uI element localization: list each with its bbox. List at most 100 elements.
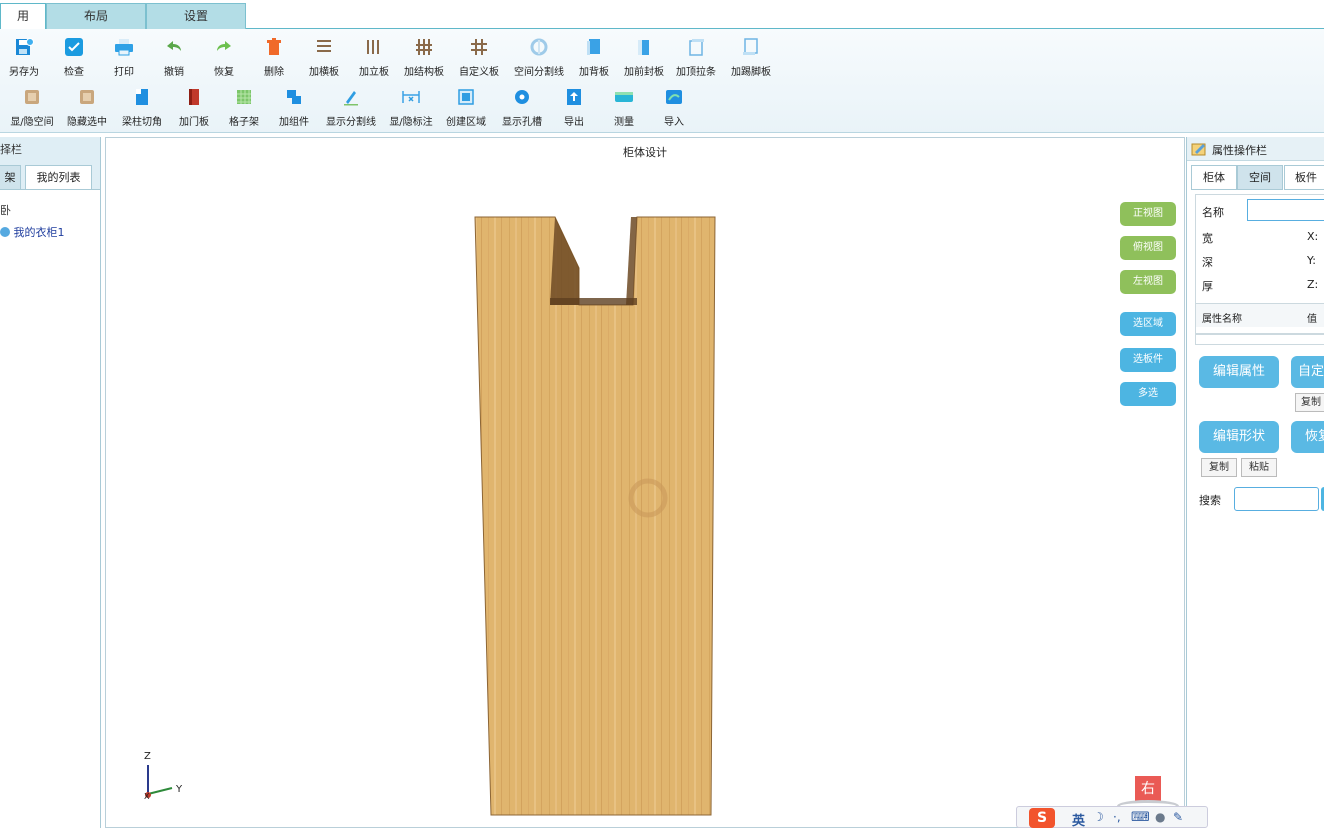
add-structure-board-label: 加结构板 xyxy=(404,67,444,78)
view-cube-face-right[interactable]: 右 xyxy=(1135,776,1161,802)
multi-select-button[interactable]: 多选 xyxy=(1120,382,1176,406)
front-view-button[interactable]: 正视图 xyxy=(1120,202,1176,226)
delete-icon xyxy=(267,38,281,55)
punctuation-icon[interactable]: ·, xyxy=(1113,810,1121,824)
paste-shape-button[interactable]: 粘贴 xyxy=(1241,458,1277,477)
moon-icon[interactable]: ☽ xyxy=(1093,810,1104,824)
x-label: X: xyxy=(1307,230,1319,243)
ime-toolbar[interactable]: S 英 ☽ ·, ⌨ ● ✎ xyxy=(1016,806,1208,828)
user-icon[interactable]: ● xyxy=(1155,810,1165,824)
custom-board-icon xyxy=(471,39,487,55)
wardrobe-node-icon xyxy=(0,227,10,237)
property-value-column: 值 xyxy=(1307,314,1317,325)
tab-rack[interactable]: 架 xyxy=(0,165,21,190)
ribbon-toolbar: 另存为 检查 打印 撤销 恢复 删除 加横板 加立板 加结构板 自定义板 空间分… xyxy=(0,29,1324,133)
tab-common[interactable]: 用 xyxy=(0,3,46,30)
sogou-logo-icon[interactable]: S xyxy=(1029,808,1055,828)
tab-my-list[interactable]: 我的列表 xyxy=(25,165,92,190)
copy-shape-button[interactable]: 复制 xyxy=(1201,458,1237,477)
keyboard-icon[interactable]: ⌨ xyxy=(1131,810,1150,825)
wrench-icon[interactable]: ✎ xyxy=(1173,810,1183,824)
create-region-button[interactable]: 创建区域 xyxy=(435,83,497,128)
toggle-space-button[interactable]: 显/隐空间 xyxy=(1,83,63,128)
axis-x-label: X xyxy=(144,792,150,801)
name-label: 名称 xyxy=(1202,206,1224,219)
redo-icon xyxy=(217,41,231,51)
restore-button[interactable]: 恢复 xyxy=(1291,421,1324,453)
property-grid-header: 属性名称 值 xyxy=(1196,303,1324,327)
hide-selected-label: 隐藏选中 xyxy=(67,117,107,128)
select-board-button[interactable]: 选板件 xyxy=(1120,348,1176,372)
show-divider-label: 显示分割线 xyxy=(326,117,376,128)
edit-properties-button[interactable]: 编辑属性 xyxy=(1199,356,1279,388)
property-panel-title: 属性操作栏 xyxy=(1212,144,1267,157)
add-kickboard-button[interactable]: 加踢脚板 xyxy=(720,33,782,78)
custom-board-label: 自定义板 xyxy=(459,67,499,78)
add-top-strip-button[interactable]: 加顶拉条 xyxy=(665,33,727,78)
wardrobe-node-label: 我的衣柜1 xyxy=(13,226,65,239)
axis-triad: Z Y X xyxy=(144,751,183,801)
search-input[interactable] xyxy=(1234,487,1319,511)
add-kickboard-icon xyxy=(743,38,758,55)
tab-settings[interactable]: 设置 xyxy=(146,3,246,29)
add-component-icon xyxy=(287,90,301,104)
custom-board-button[interactable]: 自定义板 xyxy=(448,33,510,78)
add-structure-board-button[interactable]: 加结构板 xyxy=(393,33,455,78)
add-door-icon xyxy=(189,89,199,105)
property-panel: 属性操作栏 柜体 空间 板件 名称 宽 X: 深 Y: 厚 Z: 属性名称 值 … xyxy=(1186,137,1324,828)
print-icon xyxy=(115,39,133,56)
add-horizontal-board-icon xyxy=(317,40,331,52)
toggle-annotation-button[interactable]: 显/隐标注 xyxy=(380,83,442,128)
toggle-annotation-label: 显/隐标注 xyxy=(389,117,433,128)
export-icon xyxy=(567,89,581,105)
show-divider-icon xyxy=(344,91,358,106)
add-structure-board-icon xyxy=(416,39,432,55)
measure-icon xyxy=(615,92,633,102)
show-holes-icon xyxy=(515,90,529,104)
add-component-label: 加组件 xyxy=(279,117,309,128)
edit-shape-button[interactable]: 编辑形状 xyxy=(1199,421,1279,453)
tab-layout[interactable]: 布局 xyxy=(46,3,146,29)
save-as-icon xyxy=(16,38,34,55)
property-name-column: 属性名称 xyxy=(1202,314,1242,325)
create-region-icon xyxy=(458,89,474,105)
copy-properties-button[interactable]: 复制 xyxy=(1295,393,1324,412)
property-form: 名称 宽 X: 深 Y: 厚 Z: 属性名称 值 xyxy=(1195,194,1324,334)
add-front-seal-icon xyxy=(638,40,649,55)
space-divider-icon xyxy=(530,38,548,56)
tree-node-bedroom[interactable]: 卧 xyxy=(0,202,11,218)
tab-board[interactable]: 板件 xyxy=(1284,165,1324,190)
z-label: Z: xyxy=(1307,278,1319,291)
create-region-label: 创建区域 xyxy=(446,117,486,128)
cabinet-design-viewport[interactable]: 柜体设计 Z Y X 正视图 俯视图 左视图 选区域 选板件 多选 右 xyxy=(105,137,1185,828)
toggle-annotation-icon xyxy=(402,91,420,103)
import-label: 导入 xyxy=(664,117,684,128)
hide-selected-button[interactable]: 隐藏选中 xyxy=(56,83,118,128)
add-kickboard-label: 加踢脚板 xyxy=(731,67,771,78)
space-divider-button[interactable]: 空间分割线 xyxy=(508,33,570,78)
import-button[interactable]: 导入 xyxy=(643,83,705,128)
property-scrollbar[interactable] xyxy=(1195,334,1324,345)
show-divider-button[interactable]: 显示分割线 xyxy=(320,83,382,128)
add-top-strip-label: 加顶拉条 xyxy=(676,67,716,78)
toggle-space-icon xyxy=(25,90,39,104)
add-back-board-icon xyxy=(587,39,600,55)
cabinet-panel-render[interactable]: Z Y X xyxy=(106,138,1184,827)
tab-cabinet[interactable]: 柜体 xyxy=(1191,165,1237,190)
top-view-button[interactable]: 俯视图 xyxy=(1120,236,1176,260)
add-top-strip-icon xyxy=(689,39,704,56)
tab-space[interactable]: 空间 xyxy=(1237,165,1283,190)
y-label: Y: xyxy=(1307,254,1316,267)
search-label: 搜索 xyxy=(1199,494,1221,507)
ime-mode-label[interactable]: 英 xyxy=(1072,810,1085,828)
add-component-button[interactable]: 加组件 xyxy=(263,83,325,128)
app-window: 用 布局 设置 另存为 检查 打印 撤销 恢复 删除 加横板 加立板 加结构板 … xyxy=(0,0,1324,828)
left-view-button[interactable]: 左视图 xyxy=(1120,270,1176,294)
select-region-button[interactable]: 选区域 xyxy=(1120,312,1176,336)
axis-y-label: Y xyxy=(175,784,183,795)
selection-panel-title: 择栏 xyxy=(0,143,22,156)
depth-label: 深 xyxy=(1202,256,1213,269)
custom-button[interactable]: 自定 xyxy=(1291,356,1324,388)
tree-node-wardrobe[interactable]: 我的衣柜1 xyxy=(0,224,65,240)
name-input[interactable] xyxy=(1247,199,1324,221)
